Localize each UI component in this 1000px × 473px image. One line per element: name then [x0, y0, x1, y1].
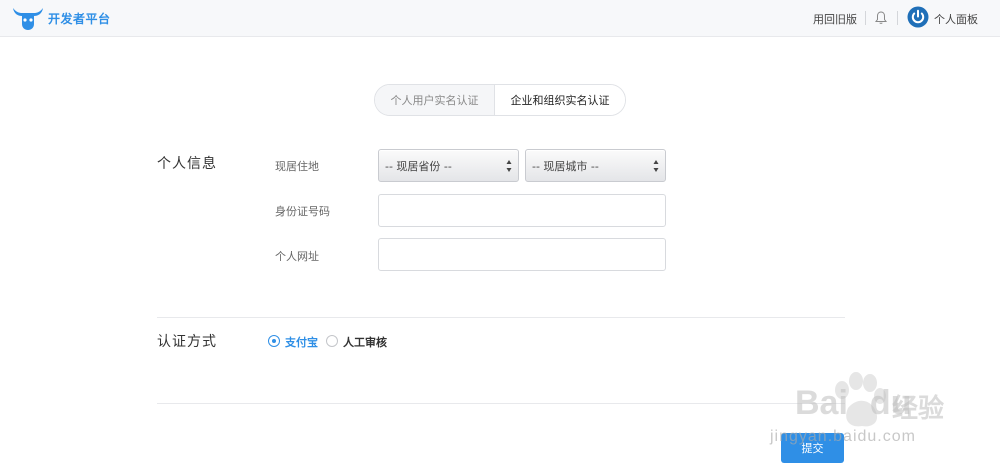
- verification-type-tabs: 个人用户实名认证 企业和组织实名认证: [374, 84, 626, 116]
- manual-review-radio[interactable]: [326, 335, 338, 347]
- website-label: 个人网址: [275, 250, 319, 263]
- id-number-label: 身份证号码: [275, 205, 330, 218]
- id-number-input[interactable]: [378, 194, 666, 227]
- personal-panel-link[interactable]: 个人面板: [934, 11, 978, 27]
- website-input[interactable]: [378, 238, 666, 271]
- city-select[interactable]: -- 现居城市 --: [525, 149, 666, 182]
- top-navbar: 开发者平台 用回旧版 个人面板: [0, 0, 1000, 37]
- personal-info-title: 个人信息: [157, 156, 217, 172]
- manual-review-radio-label[interactable]: 人工审核: [343, 334, 387, 350]
- residence-label: 现居住地: [275, 160, 319, 173]
- alipay-radio-label[interactable]: 支付宝: [285, 334, 318, 350]
- old-version-link[interactable]: 用回旧版: [813, 11, 857, 27]
- verification-method-title: 认证方式: [157, 334, 217, 350]
- power-icon[interactable]: [907, 6, 929, 28]
- section-divider: [157, 317, 845, 318]
- section-divider: [157, 403, 845, 404]
- province-select[interactable]: -- 现居省份 --: [378, 149, 519, 182]
- bull-logo-icon[interactable]: [10, 5, 46, 31]
- bell-icon[interactable]: [874, 10, 888, 26]
- divider: [865, 11, 866, 25]
- city-select-value: -- 现居城市 --: [532, 159, 599, 173]
- select-arrows-icon: [653, 160, 659, 172]
- watermark-cn: 经验: [892, 394, 945, 424]
- divider: [897, 11, 898, 25]
- tab-personal-verification[interactable]: 个人用户实名认证: [375, 85, 495, 115]
- watermark-url: jingyan.baidu.com: [770, 428, 916, 445]
- alipay-radio[interactable]: [268, 335, 280, 347]
- select-arrows-icon: [506, 160, 512, 172]
- brand-title[interactable]: 开发者平台: [48, 10, 111, 27]
- province-select-value: -- 现居省份 --: [385, 159, 452, 173]
- tab-enterprise-verification[interactable]: 企业和组织实名认证: [495, 85, 625, 115]
